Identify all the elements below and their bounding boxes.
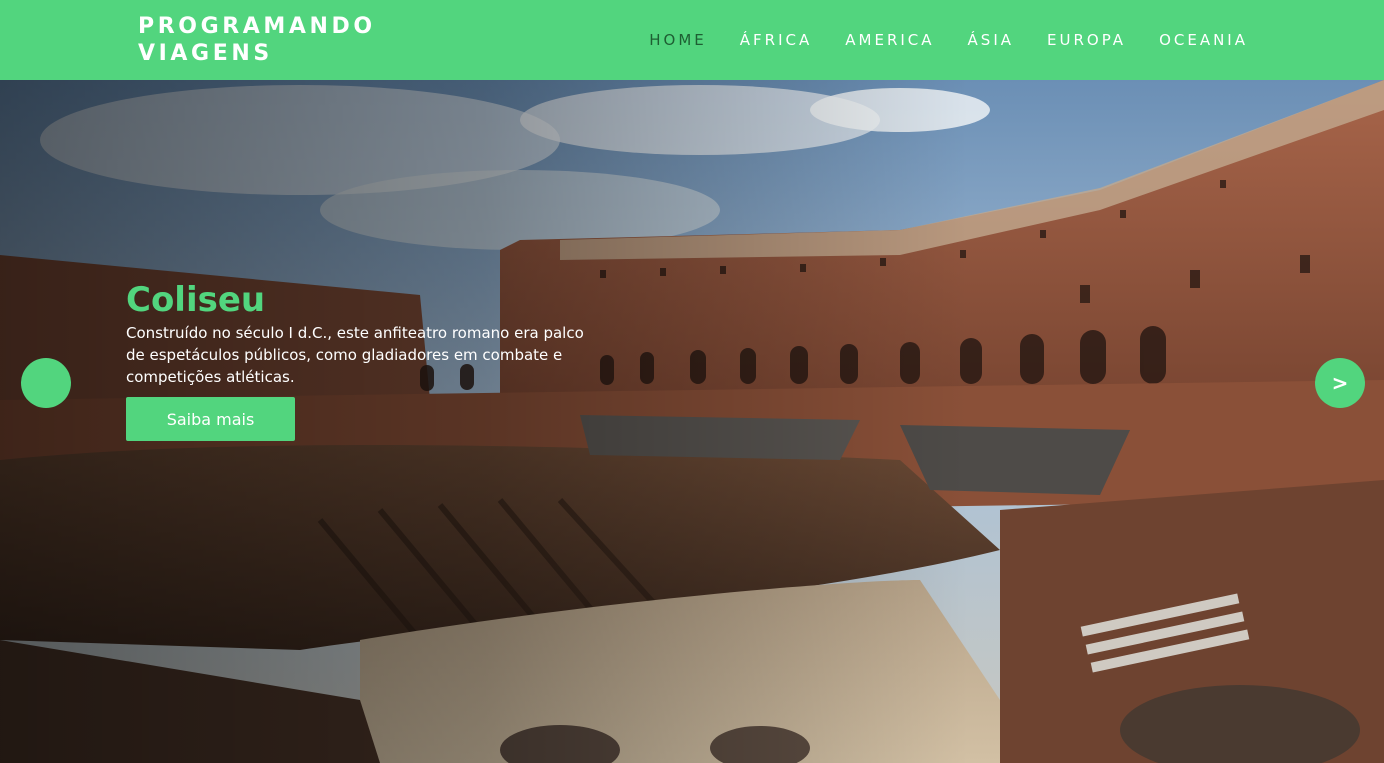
chevron-right-icon: > [1331,371,1349,395]
carousel-next-button[interactable]: > [1315,358,1365,408]
nav-item-america[interactable]: AMERICA [845,31,934,49]
carousel-prev-button[interactable] [21,358,71,408]
learn-more-button[interactable]: Saiba mais [126,397,295,441]
site-logo[interactable]: PROGRAMANDO VIAGENS [138,13,418,67]
slide-title: Coliseu [126,280,266,320]
brand-line-2: VIAGENS [138,41,273,66]
nav-item-asia[interactable]: ÁSIA [968,31,1014,49]
hero-carousel: Coliseu Construído no século I d.C., est… [0,80,1384,763]
main-nav: HOME ÁFRICA AMERICA ÁSIA EUROPA OCEANIA [649,31,1248,49]
brand-line-1: PROGRAMANDO [138,14,376,39]
slide-description: Construído no século I d.C., este anfite… [126,324,584,386]
nav-item-africa[interactable]: ÁFRICA [740,31,812,49]
nav-item-oceania[interactable]: OCEANIA [1159,31,1248,49]
site-header: PROGRAMANDO VIAGENS HOME ÁFRICA AMERICA … [0,0,1384,80]
nav-item-europa[interactable]: EUROPA [1047,31,1126,49]
nav-item-home[interactable]: HOME [649,31,707,49]
